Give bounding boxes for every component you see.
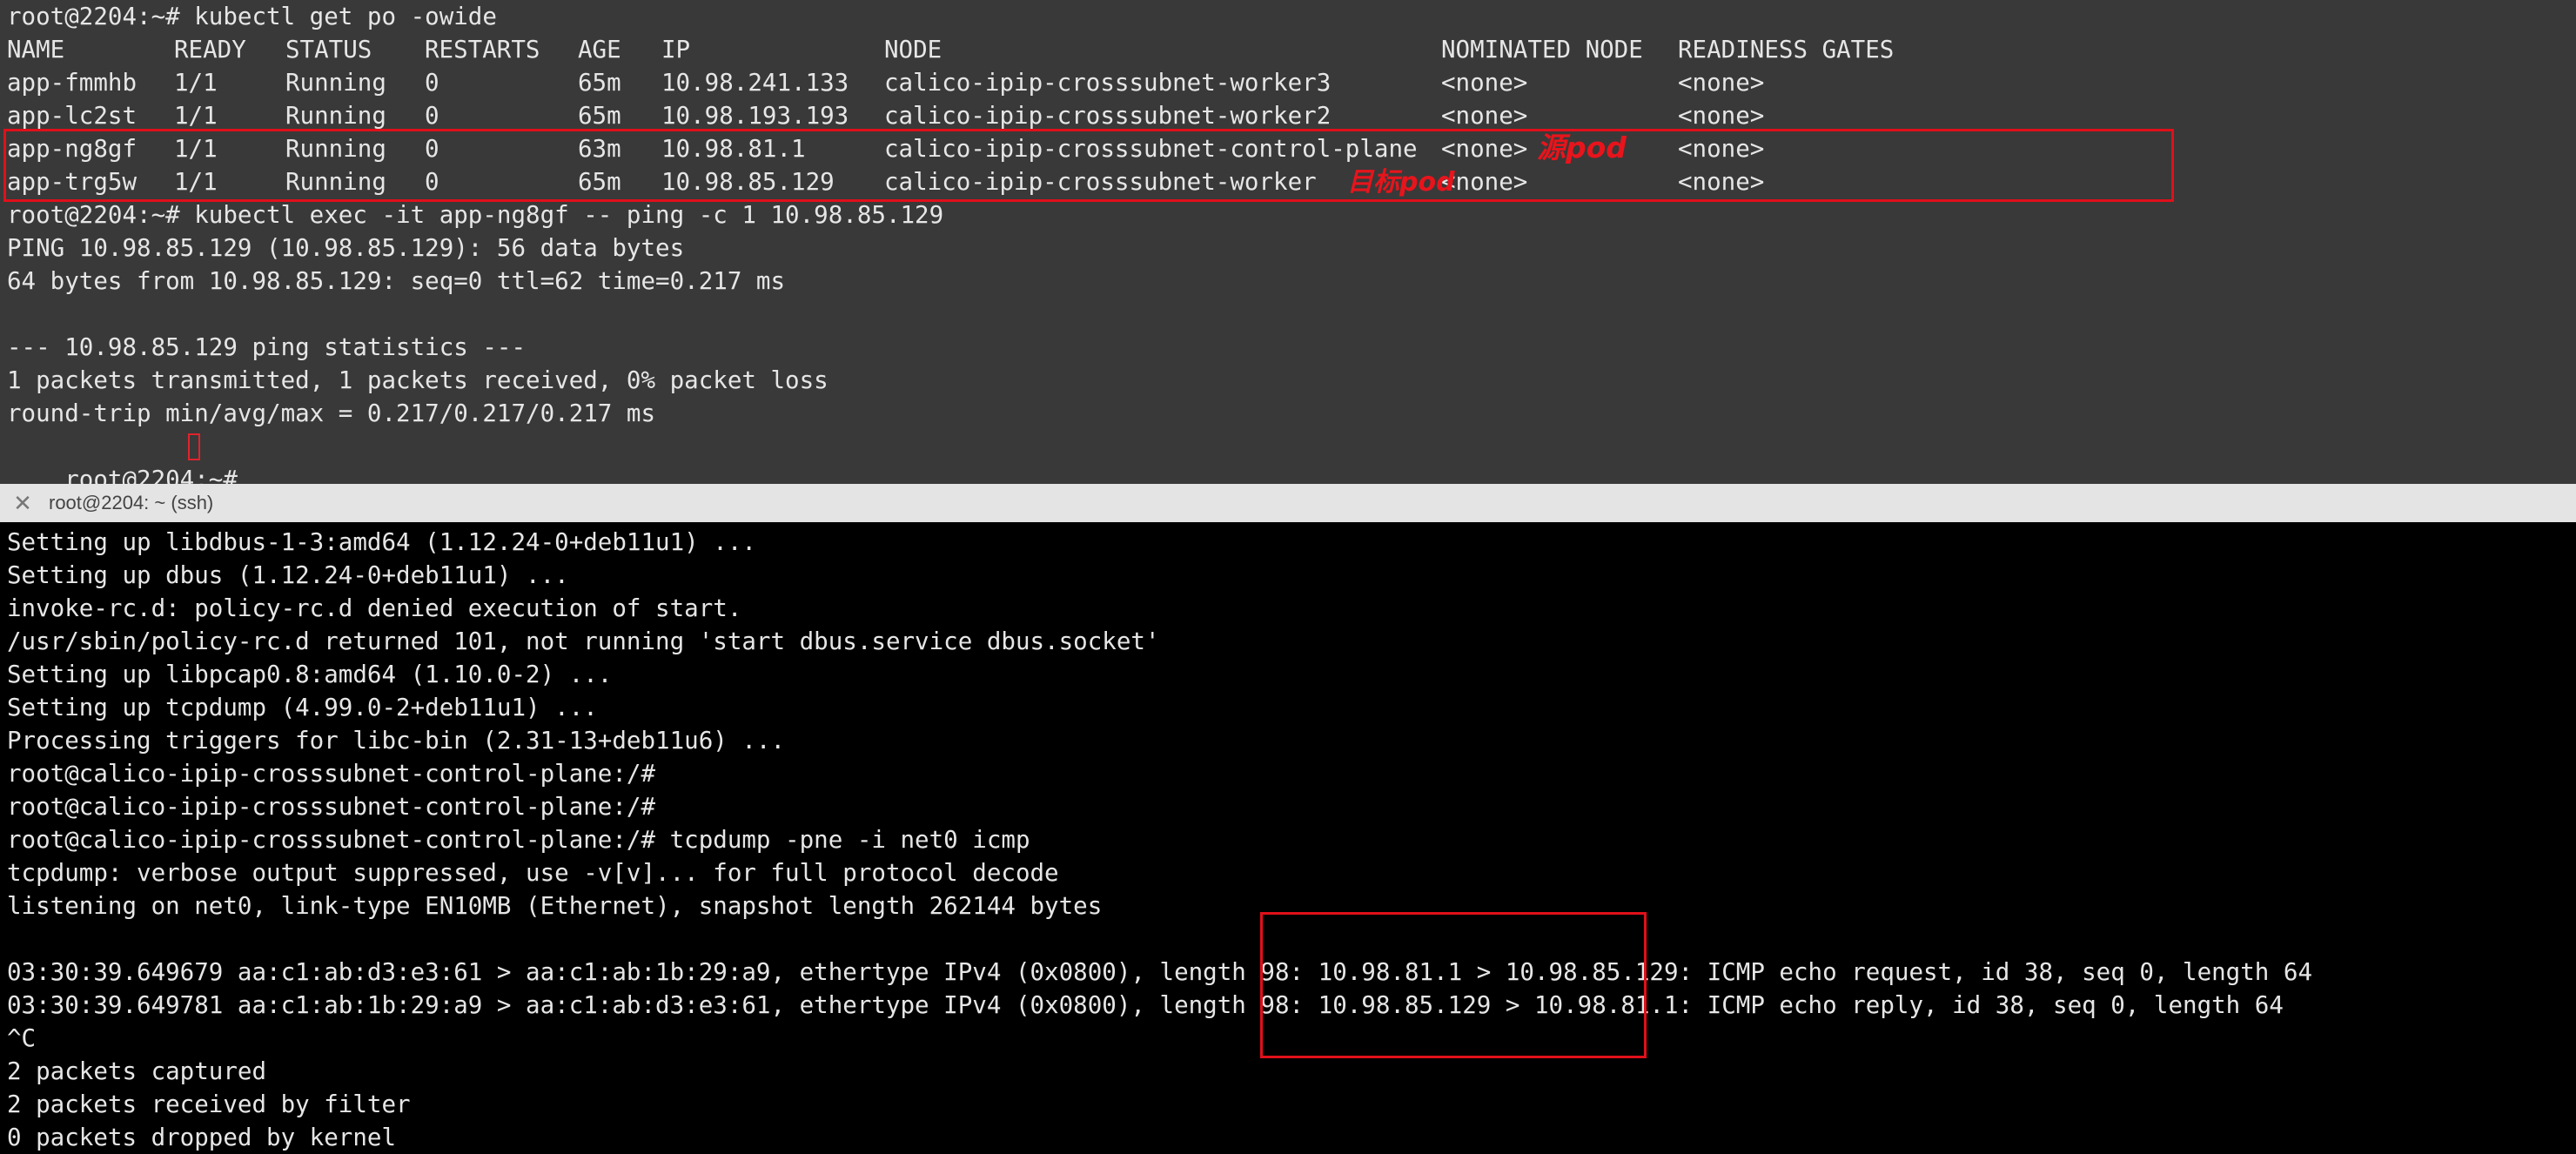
terminal-output-line: Setting up dbus (1.12.24-0+deb11u1) ... xyxy=(7,561,569,589)
final-prompt: root@2204:~# xyxy=(7,430,252,484)
pod-age: 65m xyxy=(578,69,621,97)
terminal-cursor[interactable] xyxy=(188,433,200,460)
pod-ready: 1/1 xyxy=(174,102,218,130)
pod-restarts: 0 xyxy=(425,102,439,130)
terminal-output-line: Setting up libpcap0.8:amd64 (1.10.0-2) .… xyxy=(7,661,613,688)
col-header-ready: READY xyxy=(174,36,246,64)
source-pod-annotation: 源pod xyxy=(1537,131,1627,164)
terminal-output-line: invoke-rc.d: policy-rc.d denied executio… xyxy=(7,594,742,622)
table-row: app-fmmhb 1/1 Running 0 65m 10.98.241.13… xyxy=(7,66,2531,99)
table-row: app-lc2st 1/1 Running 0 65m 10.98.193.19… xyxy=(7,99,2531,132)
pod-restarts: 0 xyxy=(425,69,439,97)
col-header-age: AGE xyxy=(578,36,621,64)
pods-table-header: NAME READY STATUS RESTARTS AGE IP NODE N… xyxy=(7,33,2531,66)
pods-highlight-box xyxy=(3,129,2174,202)
terminal-tab-bar: ✕ root@2204: ~ (ssh) xyxy=(0,484,2576,522)
pod-name: app-lc2st xyxy=(7,102,138,130)
terminal-output-line: tcpdump: verbose output suppressed, use … xyxy=(7,859,1059,887)
ping-output-line: 64 bytes from 10.98.85.129: seq=0 ttl=62… xyxy=(7,267,786,295)
packet-capture-line: 03:30:39.649781 aa:c1:ab:1b:29:a9 > aa:c… xyxy=(7,991,2284,1019)
pod-nominated-node: <none> xyxy=(1441,69,1528,97)
terminal-output-line: Setting up tcpdump (4.99.0-2+deb11u1) ..… xyxy=(7,694,598,721)
col-header-restarts: RESTARTS xyxy=(425,36,540,64)
top-terminal-pane[interactable]: root@2204:~# kubectl get po -owide NAME … xyxy=(0,0,2576,484)
col-header-status: STATUS xyxy=(285,36,372,64)
pod-ip: 10.98.241.133 xyxy=(661,69,849,97)
target-pod-annotation: 目标pod xyxy=(1347,167,1455,198)
ping-output-line: 1 packets transmitted, 1 packets receive… xyxy=(7,366,828,394)
pod-ip: 10.98.193.193 xyxy=(661,102,849,130)
terminal-output-line: Processing triggers for libc-bin (2.31-1… xyxy=(7,727,786,755)
terminal-output-line: listening on net0, link-type EN10MB (Eth… xyxy=(7,892,1103,920)
pod-status: Running xyxy=(285,102,386,130)
terminal-output-line: Setting up libdbus-1-3:amd64 (1.12.24-0+… xyxy=(7,528,756,556)
pod-node: calico-ipip-crosssubnet-worker2 xyxy=(884,102,1332,130)
col-header-ip: IP xyxy=(661,36,691,64)
ping-output-line: --- 10.98.85.129 ping statistics --- xyxy=(7,333,527,361)
ping-output-line: PING 10.98.85.129 (10.98.85.129): 56 dat… xyxy=(7,234,685,262)
pod-nominated-node: <none> xyxy=(1441,102,1528,130)
ping-command: root@2204:~# kubectl exec -it app-ng8gf … xyxy=(7,201,944,229)
shell-prompt-line: root@calico-ipip-crosssubnet-control-pla… xyxy=(7,793,656,821)
get-pods-command: root@2204:~# kubectl get po -owide xyxy=(7,3,497,30)
tcpdump-command: root@calico-ipip-crosssubnet-control-pla… xyxy=(7,826,1030,854)
terminal-output-line: 0 packets dropped by kernel xyxy=(7,1124,397,1151)
tab-title[interactable]: root@2204: ~ (ssh) xyxy=(49,484,213,522)
pod-status: Running xyxy=(285,69,386,97)
final-prompt-text: root@2204:~# xyxy=(64,466,252,484)
pod-node: calico-ipip-crosssubnet-worker3 xyxy=(884,69,1332,97)
col-header-node: NODE xyxy=(884,36,943,64)
ping-output-line: round-trip min/avg/max = 0.217/0.217/0.2… xyxy=(7,399,656,427)
pod-name: app-fmmhb xyxy=(7,69,138,97)
pod-ready: 1/1 xyxy=(174,69,218,97)
close-icon[interactable]: ✕ xyxy=(10,491,35,515)
pod-age: 65m xyxy=(578,102,621,130)
pod-readiness-gates: <none> xyxy=(1678,102,1765,130)
shell-prompt-line: root@calico-ipip-crosssubnet-control-pla… xyxy=(7,760,656,788)
ip-highlight-box xyxy=(1260,912,1647,1058)
terminal-output-line: 2 packets captured xyxy=(7,1057,267,1085)
pod-readiness-gates: <none> xyxy=(1678,69,1765,97)
col-header-nominated-node: NOMINATED NODE xyxy=(1441,36,1643,64)
bottom-terminal-pane[interactable]: Setting up libdbus-1-3:amd64 (1.12.24-0+… xyxy=(0,522,2576,1154)
terminal-output-line: /usr/sbin/policy-rc.d returned 101, not … xyxy=(7,627,1160,655)
col-header-readiness-gates: READINESS GATES xyxy=(1678,36,1895,64)
col-header-name: NAME xyxy=(7,36,65,64)
terminal-output-line: 2 packets received by filter xyxy=(7,1090,411,1118)
terminal-output-line: ^C xyxy=(7,1024,37,1052)
packet-capture-line: 03:30:39.649679 aa:c1:ab:d3:e3:61 > aa:c… xyxy=(7,958,2313,986)
